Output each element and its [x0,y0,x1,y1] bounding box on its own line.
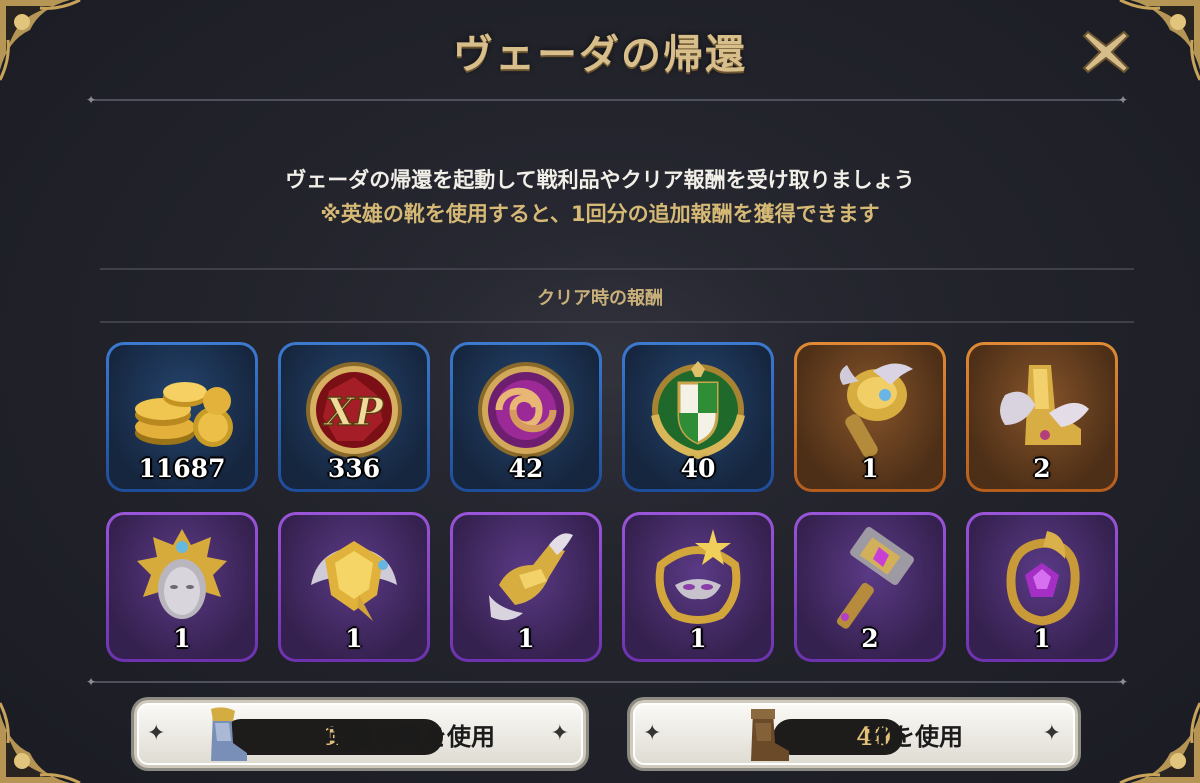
reward-quantity: 42 [508,454,544,483]
reward-quantity: 2 [861,624,879,653]
section-divider-top [100,268,1134,270]
reward-tile-gold[interactable]: 11687 [106,342,258,492]
use-boots-button[interactable]: ✦ 40 靴を使用 ✦ [630,700,1078,768]
gauntlet-icon [489,533,573,621]
reward-quantity: 1 [689,624,707,653]
reward-quantity: 2 [1033,454,1051,483]
reward-tile-gauntlet[interactable]: 1 [450,512,602,662]
reward-tile-emblem[interactable]: 40 [622,342,774,492]
reward-tile-hammer[interactable]: 2 [794,512,946,662]
sparkle-icon: ✦ [1042,721,1061,746]
boots-icon [751,709,789,761]
amulet-icon [1006,531,1080,626]
reward-quantity: 1 [1033,624,1051,653]
reward-quantity: 11687 [138,454,226,483]
dialog-title: ヴェーダの帰還 [453,31,747,78]
sparkle-icon: ✦ [147,721,166,746]
reward-quantity: 1 [173,624,191,653]
reward-tile-token[interactable]: 42 [450,342,602,492]
reward-tile-pauldron[interactable]: 1 [278,512,430,662]
reward-quantity: 1 [861,454,879,483]
reward-quantity: 336 [327,454,381,483]
section-label: クリア時の報酬 [537,288,663,309]
mace-icon [839,363,913,458]
xp-icon: XP [306,362,402,458]
reward-tile-boots[interactable]: 2 [966,342,1118,492]
sparkle-icon: ✦ [643,721,662,746]
boots-icon [1000,365,1089,445]
mask-icon [655,529,741,624]
helmet-icon [137,529,227,619]
reward-quantity: 40 [680,454,716,483]
close-icon [1082,30,1130,74]
close-button[interactable] [1080,26,1132,78]
use-hero-boots-button[interactable]: ✦ 1 英雄の靴を使用 ✦ [134,700,586,768]
reward-quantity: 1 [517,624,535,653]
reward-tile-mace[interactable]: 1 [794,342,946,492]
gold-coins-icon [135,382,233,447]
shield-emblem-icon [651,361,745,460]
corner-ornament-icon [1090,673,1200,783]
reward-dialog: ヴェーダの帰還 ✦ ✦ ヴェーダの帰還を起動して戦利品やクリア報酬を受け取りましょ… [0,0,1200,783]
reward-tile-xp[interactable]: XP 336 [278,342,430,492]
pauldron-icon [311,541,397,621]
section-divider-bottom [100,321,1134,323]
svg-text:XP: XP [323,389,384,434]
boots-label: 靴を使用 [867,723,963,751]
reward-quantity: 1 [345,624,363,653]
knot-token-icon [478,362,574,458]
note-text: ※英雄の靴を使用すると、1回分の追加報酬を獲得できます [320,202,880,226]
hammer-icon [836,527,914,629]
reward-tile-amulet[interactable]: 1 [966,512,1118,662]
reward-tile-helmet[interactable]: 1 [106,512,258,662]
reward-tile-mask[interactable]: 1 [622,512,774,662]
hero-boots-icon [211,707,247,761]
hero-boots-label: 英雄の靴を使用 [327,723,495,751]
description-text: ヴェーダの帰還を起動して戦利品やクリア報酬を受け取りましょう [285,168,915,192]
corner-ornament-icon [0,673,110,783]
title-divider: ✦ ✦ [85,93,1129,107]
bottom-divider: ✦ ✦ [85,675,1129,689]
sparkle-icon: ✦ [550,721,569,746]
